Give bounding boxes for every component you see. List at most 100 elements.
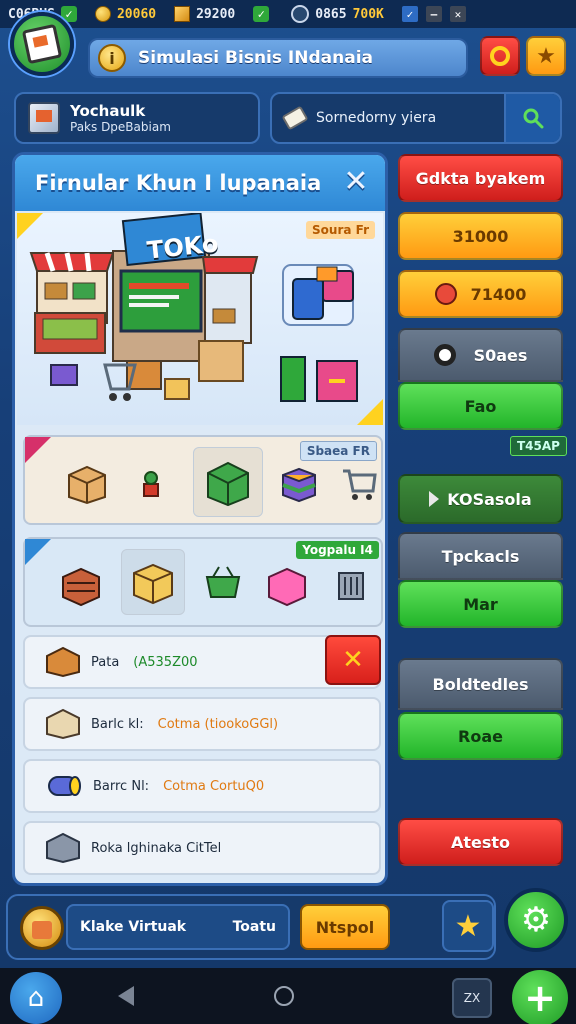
sidebar-green-button-1[interactable]: Fao	[398, 382, 563, 430]
business-simulator-modal: Firnular Khun I lupanaia ✕ Soura Fr TOKo…	[12, 152, 388, 886]
row-label: Barrc Nl:	[93, 778, 150, 794]
minimize-icon[interactable]: –	[425, 6, 442, 22]
profile-avatar[interactable]	[10, 12, 74, 76]
inventory-shelf-2: Yogpalu I4	[23, 537, 383, 627]
radio-icon	[433, 344, 456, 366]
green-box-icon	[207, 461, 249, 507]
yellow-box-icon	[133, 563, 173, 605]
achievement-button[interactable]: ★	[526, 36, 566, 76]
plus-icon: +	[524, 976, 556, 1020]
status-bar: C06BUS ✓ 20060 29200 ✓ 0865 700K ✓ – ✕	[0, 0, 576, 28]
bell-icon	[434, 283, 457, 305]
plant-icon	[143, 471, 159, 497]
coin-counter: 20060	[94, 6, 156, 22]
flag-icon	[429, 491, 440, 507]
sidebar-toggle-header[interactable]: S0aes	[398, 328, 563, 382]
purple-crate-item[interactable]	[271, 455, 327, 511]
list-item[interactable]: Pata (A535Z00 ✕	[23, 635, 381, 689]
green-box-item[interactable]	[193, 447, 263, 517]
sidebar-toggle-label: S0aes	[473, 345, 528, 365]
roll-icon	[48, 776, 81, 796]
cart-item[interactable]	[331, 455, 385, 511]
delete-button[interactable]: ✕	[325, 635, 381, 685]
back-triangle-icon[interactable]	[118, 986, 134, 1006]
yellow-box-item[interactable]	[121, 549, 185, 615]
gallery-button[interactable]: ZX	[452, 978, 492, 1018]
star-icon: ★	[454, 908, 482, 944]
timer-counter: 0865 700K	[291, 5, 384, 23]
check-icon-2: ✓	[253, 6, 270, 22]
row-value: Cotma (tiookoGGl)	[157, 716, 279, 732]
green-basket-item[interactable]	[195, 557, 251, 613]
wallet-panel: Klake Virtuak Toatu Ntspol	[6, 894, 496, 960]
add-button[interactable]: +	[512, 970, 568, 1024]
search-placeholder[interactable]: Sornedorny yiera	[316, 110, 436, 126]
search-bar[interactable]: Sornedorny yiera	[270, 92, 562, 144]
shopping-cart-icon	[343, 469, 377, 500]
pink-box-item[interactable]	[259, 557, 315, 613]
treasure-box-icon	[46, 646, 80, 678]
deposit-button[interactable]: Ntspol	[300, 904, 390, 950]
box-icon	[46, 708, 80, 740]
plant-item[interactable]	[123, 455, 179, 511]
sidebar-red-button[interactable]: Atesto	[398, 818, 563, 866]
gear-icon: ⚙	[520, 900, 552, 940]
inventory-shelf-1: Sbaea FR	[23, 435, 383, 525]
sidebar-value-button-2[interactable]: 71400	[398, 270, 563, 318]
row-label: Pata	[91, 654, 120, 670]
gray-bin-item[interactable]	[323, 557, 379, 613]
ring-button[interactable]	[480, 36, 520, 76]
brick-crate-item[interactable]	[53, 557, 109, 613]
timer-highlight: 700K	[352, 6, 384, 22]
info-icon[interactable]: i	[98, 44, 126, 72]
clipboard-icon	[21, 23, 63, 65]
shop-subtitle: Paks DpeBabiam	[70, 120, 171, 134]
search-button[interactable]	[504, 94, 560, 142]
game-title-bar: i Simulasi Bisnis INdanaia	[88, 38, 468, 78]
basket-icon	[205, 566, 241, 598]
list-item[interactable]: Barlc kl: Cotma (tiookoGGl)	[23, 697, 381, 751]
close-icon[interactable]: ✕	[341, 167, 371, 197]
row-value: (A535Z00	[133, 654, 198, 670]
sidebar-section-header-2[interactable]: Boldtedles	[398, 658, 563, 710]
modal-title: Firnular Khun I lupanaia	[35, 171, 322, 195]
sidebar-button-1[interactable]: Gdkta byakem	[398, 154, 563, 202]
sidebar-green-button-2[interactable]: Mar	[398, 580, 563, 628]
list-item[interactable]: Roka lghinaka CitTel	[23, 821, 381, 875]
star-icon: ★	[536, 43, 556, 69]
clock-icon	[291, 5, 310, 23]
sidebar-console-button[interactable]: KOSasola	[398, 474, 563, 524]
settings-button[interactable]: ⚙	[504, 888, 568, 952]
gem-value: 29200	[196, 6, 236, 22]
close-icon: ✕	[342, 645, 364, 675]
shop-box-icon	[28, 102, 60, 134]
cardboard-box-item[interactable]	[59, 455, 115, 511]
shop-illustration: Soura Fr TOKo	[17, 213, 383, 425]
close-window-icon[interactable]: ✕	[449, 6, 466, 22]
pink-box-icon	[268, 567, 306, 607]
search-icon	[523, 108, 544, 129]
image-icon: ZX	[463, 991, 481, 1005]
ring-icon	[490, 46, 510, 66]
list-item[interactable]: Barrc Nl: Cotma CortuQ0	[23, 759, 381, 813]
bin-icon	[338, 572, 364, 600]
sidebar-green-button-3[interactable]: Roae	[398, 712, 563, 760]
game-title: Simulasi Bisnis INdanaia	[138, 48, 373, 68]
virtual-wallet[interactable]: Klake Virtuak Toatu	[66, 904, 290, 950]
gem-counter: 29200	[174, 6, 235, 22]
coin-pouch-icon	[20, 906, 64, 950]
home-button[interactable]: ⌂	[10, 972, 62, 1024]
checkbox-icon[interactable]: ✓	[401, 6, 418, 22]
wallet-value: Toatu	[232, 919, 276, 935]
shelf-2-ribbon	[25, 539, 51, 565]
favorites-button[interactable]: ★	[442, 900, 494, 952]
gray-box-icon	[46, 832, 80, 864]
wallet-label: Klake Virtuak	[80, 919, 187, 935]
shop-profile-chip[interactable]: Yochaulk Paks DpeBabiam	[14, 92, 260, 144]
sidebar-value-button-1[interactable]: 31000	[398, 212, 563, 260]
home-circle-icon[interactable]	[274, 986, 294, 1006]
sidebar-section-header-1[interactable]: Tpckacls	[398, 532, 563, 580]
sidebar-console-label: KOSasola	[447, 489, 532, 509]
sidebar-tag: T45AP	[510, 436, 567, 456]
sidebar-value-button-2-label: 71400	[470, 284, 527, 304]
